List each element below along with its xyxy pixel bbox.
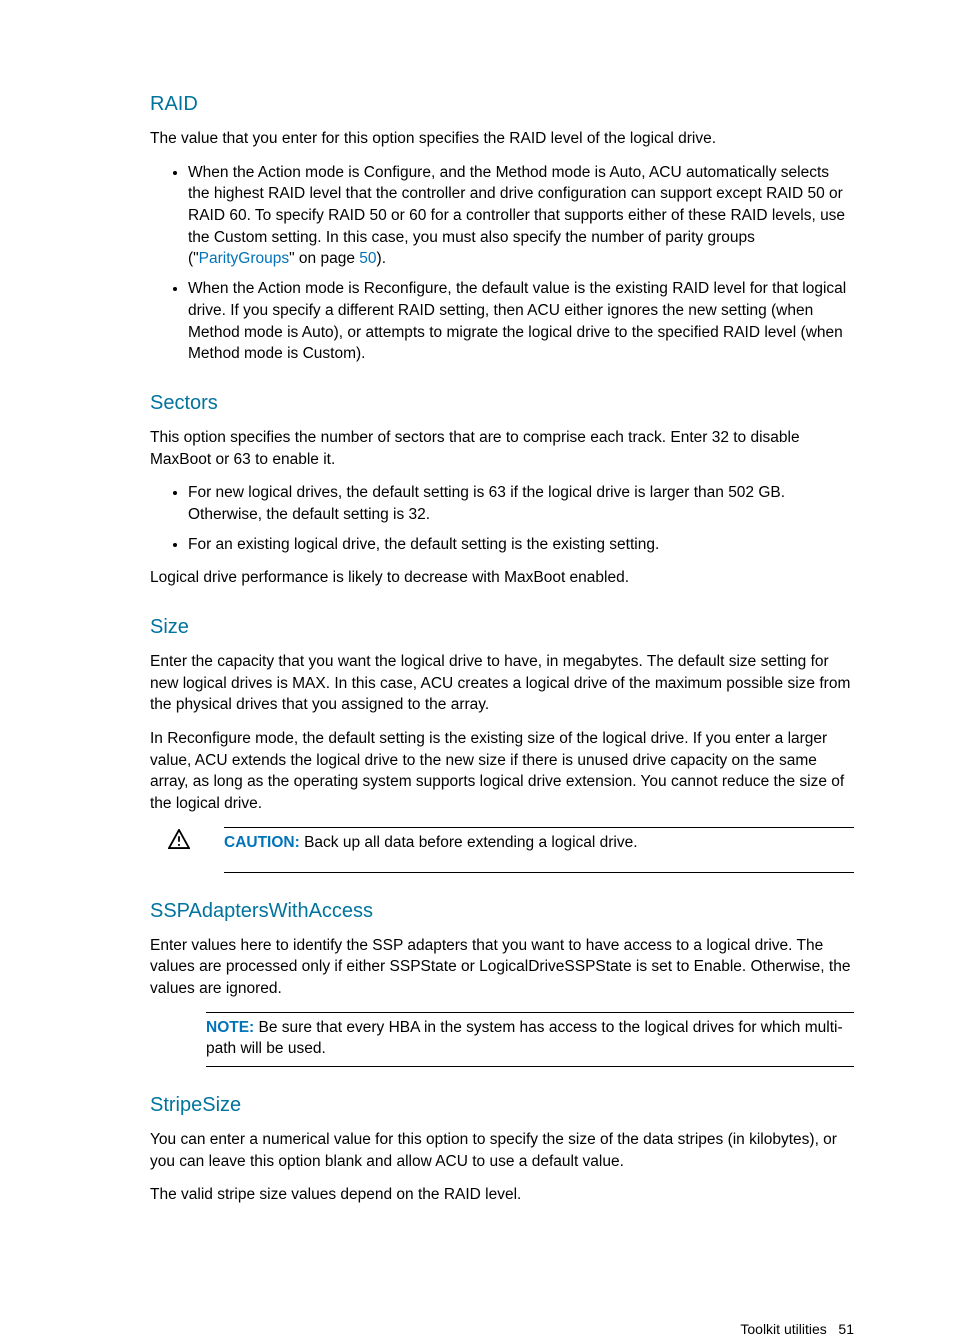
heading-sectors: Sectors (150, 389, 854, 417)
sectors-list: For new logical drives, the default sett… (150, 482, 854, 555)
caution-text: Back up all data before extending a logi… (300, 834, 638, 851)
section-size: Size Enter the capacity that you want th… (150, 613, 854, 873)
caution-icon (150, 827, 224, 856)
list-item: For new logical drives, the default sett… (188, 482, 854, 525)
note-text: Be sure that every HBA in the system has… (206, 1019, 843, 1058)
footer-label: Toolkit utilities (740, 1321, 826, 1337)
size-p2: In Reconfigure mode, the default setting… (150, 728, 854, 815)
page-footer: Toolkit utilities 51 (0, 1290, 954, 1340)
raid-list: When the Action mode is Configure, and t… (150, 162, 854, 365)
list-item: When the Action mode is Reconfigure, the… (188, 278, 854, 365)
list-item: For an existing logical drive, the defau… (188, 534, 854, 556)
heading-ssp: SSPAdaptersWithAccess (150, 897, 854, 925)
sectors-intro: This option specifies the number of sect… (150, 427, 854, 470)
raid-bullet-text: " on page (289, 250, 359, 267)
section-raid: RAID The value that you enter for this o… (150, 90, 854, 365)
document-page: RAID The value that you enter for this o… (0, 0, 954, 1290)
raid-bullet-text: ). (377, 250, 386, 267)
page-number: 51 (838, 1321, 854, 1337)
note-body: NOTE: Be sure that every HBA in the syst… (206, 1012, 854, 1067)
note-label: NOTE: (206, 1019, 254, 1036)
section-stripe: StripeSize You can enter a numerical val… (150, 1091, 854, 1206)
heading-raid: RAID (150, 90, 854, 118)
stripe-p1: You can enter a numerical value for this… (150, 1129, 854, 1172)
caution-block: CAUTION: Back up all data before extendi… (150, 827, 854, 873)
heading-size: Size (150, 613, 854, 641)
link-page-50[interactable]: 50 (359, 250, 376, 267)
caution-body: CAUTION: Back up all data before extendi… (224, 827, 854, 873)
note-block: NOTE: Be sure that every HBA in the syst… (150, 1012, 854, 1067)
link-paritygroups[interactable]: ParityGroups (199, 250, 289, 267)
caution-label: CAUTION: (224, 834, 300, 851)
ssp-p1: Enter values here to identify the SSP ad… (150, 935, 854, 1000)
raid-intro: The value that you enter for this option… (150, 128, 854, 150)
heading-stripe: StripeSize (150, 1091, 854, 1119)
stripe-p2: The valid stripe size values depend on t… (150, 1184, 854, 1206)
list-item: When the Action mode is Configure, and t… (188, 162, 854, 270)
size-p1: Enter the capacity that you want the log… (150, 651, 854, 716)
section-ssp: SSPAdaptersWithAccess Enter values here … (150, 897, 854, 1067)
sectors-outro: Logical drive performance is likely to d… (150, 567, 854, 589)
section-sectors: Sectors This option specifies the number… (150, 389, 854, 589)
